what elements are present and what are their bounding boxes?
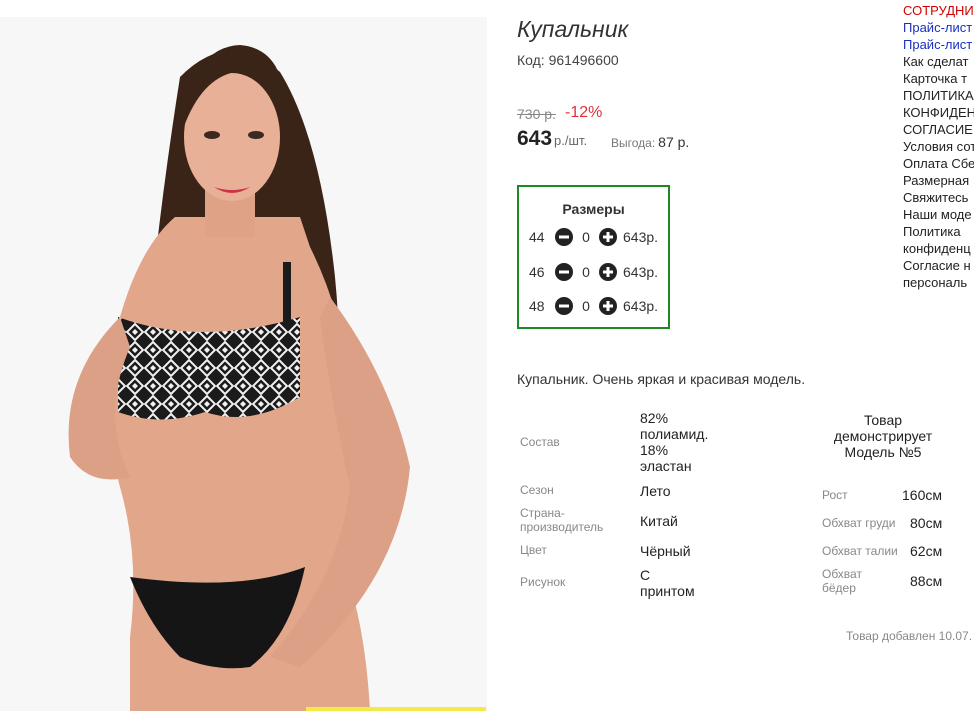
side-menu-link[interactable]: Размерная — [903, 172, 974, 189]
side-menu-link[interactable]: персональ — [903, 274, 974, 291]
side-menu-link[interactable]: Свяжитесь — [903, 189, 974, 206]
price-value: 643 — [517, 127, 553, 150]
current-price: 643 р./шт. — [517, 127, 587, 151]
size-label: 48 — [529, 298, 545, 314]
saving-value: 87 р. — [658, 134, 690, 150]
model-param-value: 80см — [910, 515, 943, 531]
side-menu-link[interactable]: Оплата Сбе — [903, 155, 974, 172]
spec-label-composition: Состав — [520, 435, 560, 449]
quantity-value: 0 — [582, 264, 590, 280]
side-menu-link[interactable]: Условия сот — [903, 138, 974, 155]
spec-label-season: Сезон — [520, 483, 554, 497]
size-label: 44 — [529, 229, 545, 245]
side-menu-link[interactable]: ПОЛИТИКА — [903, 87, 974, 104]
spec-label-color: Цвет — [520, 543, 547, 557]
sizes-title: Размеры — [562, 201, 625, 217]
side-menu-link[interactable]: Согласие н — [903, 257, 974, 274]
plus-icon[interactable] — [599, 263, 617, 281]
sizes-box: Размеры 44 0 643р. 46 0 643р. 48 0 643р. — [517, 185, 670, 329]
side-menu-link[interactable]: Прайс-лист — [903, 36, 974, 53]
side-menu-link[interactable]: СОТРУДНИЧ — [903, 2, 974, 19]
size-price: 643р. — [623, 229, 659, 245]
product-title: Купальник — [517, 16, 629, 42]
product-photo[interactable] — [0, 17, 487, 711]
side-menu: СОТРУДНИЧ Прайс-лист Прайс-лист Как сдел… — [903, 2, 974, 291]
product-description: Купальник. Очень яркая и красивая модель… — [517, 371, 806, 387]
spec-value-country: Китай — [640, 513, 678, 529]
plus-icon[interactable] — [599, 297, 617, 315]
model-param-value: 62см — [910, 543, 943, 559]
spec-value-season: Лето — [640, 483, 671, 499]
size-row: 44 0 643р. — [529, 227, 658, 247]
spec-label-pattern: Рисунок — [520, 575, 566, 589]
model-param-value: 88см — [910, 573, 943, 589]
size-price: 643р. — [623, 298, 659, 314]
side-menu-link[interactable]: Наши моде — [903, 206, 974, 223]
old-price: 730 р. — [517, 106, 556, 122]
side-menu-link[interactable]: КОНФИДЕН — [903, 104, 974, 121]
model-param-value: 160см — [902, 487, 942, 503]
side-menu-link[interactable]: СОГЛАСИЕ — [903, 121, 974, 138]
size-label: 46 — [529, 264, 545, 280]
minus-icon[interactable] — [555, 263, 573, 281]
side-menu-link[interactable]: Прайс-лист — [903, 19, 974, 36]
spec-value-pattern: С принтом — [640, 567, 695, 599]
size-row: 46 0 643р. — [529, 262, 658, 282]
discount-badge: -12% — [565, 104, 603, 121]
model-param-label: Обхват бёдер — [822, 567, 862, 595]
side-menu-link[interactable]: конфиденц — [903, 240, 974, 257]
added-date: Товар добавлен 10.07. — [846, 629, 973, 643]
spec-label-country: Страна-производитель — [520, 506, 604, 534]
plus-icon[interactable] — [599, 228, 617, 246]
spec-value-composition: 82% полиамид. 18% эластан — [640, 410, 709, 474]
model-param-label: Рост — [822, 488, 848, 502]
product-code: Код: 961496600 — [517, 52, 619, 68]
size-price: 643р. — [623, 264, 659, 280]
model-heading: Товар демонстрирует Модель №5 — [833, 412, 933, 460]
minus-icon[interactable] — [555, 228, 573, 246]
quantity-value: 0 — [582, 229, 590, 245]
side-menu-link[interactable]: Карточка т — [903, 70, 974, 87]
model-param-label: Обхват груди — [822, 516, 896, 530]
saving: Выгода: 87 р. — [611, 134, 689, 150]
spec-value-color: Чёрный — [640, 543, 691, 559]
side-menu-link[interactable]: Политика — [903, 223, 974, 240]
minus-icon[interactable] — [555, 297, 573, 315]
photo-bottom-strip — [306, 707, 486, 711]
size-row: 48 0 643р. — [529, 296, 658, 316]
model-param-label: Обхват талии — [822, 544, 898, 558]
saving-label: Выгода: — [611, 136, 656, 150]
quantity-value: 0 — [582, 298, 590, 314]
side-menu-link[interactable]: Как сделат — [903, 53, 974, 70]
price-unit: р./шт. — [554, 133, 588, 148]
